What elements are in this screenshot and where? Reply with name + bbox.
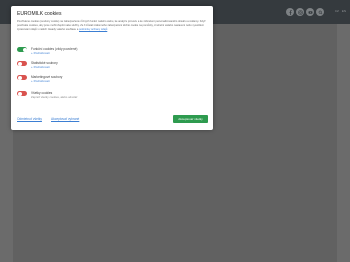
category-details-link[interactable]: + Podrobnosti: [31, 79, 62, 83]
instagram-icon[interactable]: [296, 8, 304, 16]
accept-all-button[interactable]: Akceptovať všetky: [173, 115, 208, 123]
category-note: Zapnúť všetky cookies, alebo odvolať: [31, 95, 78, 99]
dialog-description: Používáme cookies (soubory cookie) na za…: [17, 20, 207, 31]
language-link-cz[interactable]: CZ: [335, 9, 339, 13]
description-text: Používáme cookies (soubory cookie) na za…: [17, 20, 206, 31]
search-icon[interactable]: [316, 8, 324, 16]
language-link-en[interactable]: EN: [342, 9, 346, 13]
cookie-consent-dialog: EUROMILK cookies Používáme cookies (soub…: [11, 6, 213, 130]
language-links: CZ EN: [335, 9, 346, 13]
privacy-policy-link[interactable]: podmínky ochrany údajů: [79, 28, 107, 31]
dialog-title: EUROMILK cookies: [17, 11, 62, 17]
accept-selected-link[interactable]: Akceptovať vybrané: [51, 117, 79, 121]
functional-cookies-toggle[interactable]: [17, 47, 27, 52]
cookie-category-marketing: Marketingové soubory + Podrobnosti: [17, 75, 62, 83]
marketing-cookies-toggle[interactable]: [17, 75, 27, 80]
category-details-link[interactable]: + Podrobnosti: [31, 51, 77, 55]
cookie-category-statistics: Statistické soubory + Podrobnosti: [17, 61, 58, 69]
category-details-link[interactable]: + Podrobnosti: [31, 65, 58, 69]
all-cookies-toggle[interactable]: [17, 91, 27, 96]
cookie-category-all: Všetky cookies Zapnúť všetky cookies, al…: [17, 91, 77, 99]
statistics-cookies-toggle[interactable]: [17, 61, 27, 66]
youtube-icon[interactable]: [306, 8, 314, 16]
facebook-icon[interactable]: [286, 8, 294, 16]
cookie-category-functional: Funkční cookies (vždy povolené) + Podrob…: [17, 47, 77, 55]
social-icons: [286, 8, 324, 16]
reject-all-link[interactable]: Odmietnuť všetky: [17, 117, 42, 121]
